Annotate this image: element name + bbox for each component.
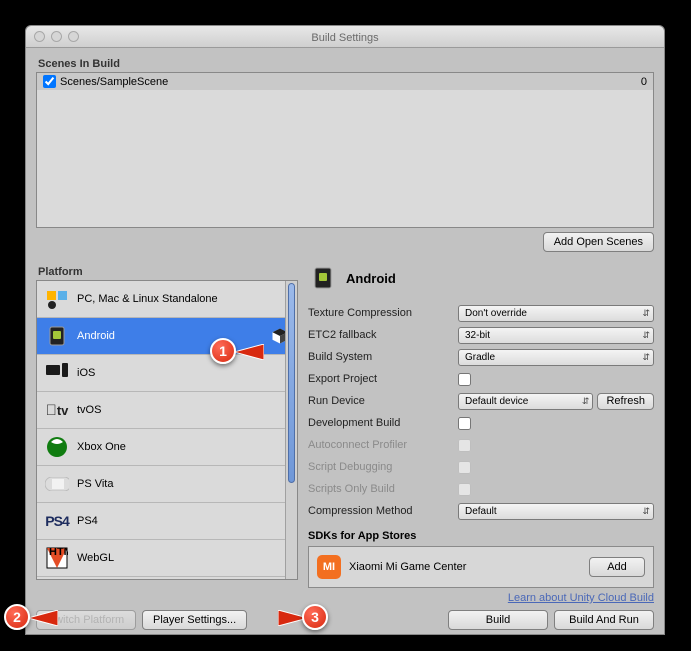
autoconnect-checkbox — [458, 439, 471, 452]
dev-build-checkbox[interactable] — [458, 417, 471, 430]
platform-item-label: PC, Mac & Linux Standalone — [77, 293, 218, 305]
platform-label: Platform — [38, 266, 298, 278]
scene-name: Scenes/SampleScene — [60, 76, 168, 88]
sdk-box: MI Xiaomi Mi Game Center Add — [308, 546, 654, 588]
callout-2: 2 — [4, 604, 30, 630]
build-and-run-button[interactable]: Build And Run — [554, 610, 654, 630]
scenes-list[interactable]: Scenes/SampleScene 0 — [36, 72, 654, 228]
platform-item-label: WebGL — [77, 552, 114, 564]
platform-item-label: PS Vita — [77, 478, 114, 490]
callout-1: 1 — [210, 338, 236, 364]
build-system-label: Build System — [308, 351, 458, 363]
ps4-icon: PS4 — [45, 509, 69, 533]
bottom-button-row: Switch Platform Player Settings... Build… — [36, 610, 654, 630]
psvita-icon — [45, 472, 69, 496]
build-settings-window: Build Settings Scenes In Build Scenes/Sa… — [25, 25, 665, 635]
platform-item-webgl[interactable]: HTML WebGL — [37, 540, 297, 577]
scenes-label: Scenes In Build — [38, 58, 654, 70]
sdk-add-button[interactable]: Add — [589, 557, 645, 577]
settings-header-label: Android — [346, 271, 396, 286]
xbox-icon — [45, 435, 69, 459]
platform-item-tvos[interactable]: tv tvOS — [37, 392, 297, 429]
xiaomi-icon: MI — [317, 555, 341, 579]
settings-panel: Android Texture Compression Don't overri… — [308, 262, 654, 604]
script-debug-checkbox — [458, 461, 471, 474]
autoconnect-label: Autoconnect Profiler — [308, 439, 458, 451]
sdk-item-label: Xiaomi Mi Game Center — [349, 561, 466, 573]
android-icon — [45, 324, 69, 348]
close-icon[interactable] — [34, 31, 45, 42]
build-system-select[interactable]: Gradle — [458, 349, 654, 366]
scene-index: 0 — [641, 76, 647, 88]
platform-item-label: PS4 — [77, 515, 98, 527]
standalone-icon — [45, 287, 69, 311]
scripts-only-label: Scripts Only Build — [308, 483, 458, 495]
scene-checkbox[interactable] — [43, 75, 56, 88]
platform-list[interactable]: PC, Mac & Linux Standalone Android — [36, 280, 298, 580]
platform-item-psvita[interactable]: PS Vita — [37, 466, 297, 503]
callout-3: 3 — [302, 604, 328, 630]
platform-item-ps4[interactable]: PS4 PS4 — [37, 503, 297, 540]
compression-select[interactable]: Default — [458, 503, 654, 520]
run-device-select[interactable]: Default device — [458, 393, 593, 410]
platform-item-label: iOS — [77, 367, 95, 379]
export-project-label: Export Project — [308, 373, 458, 385]
tvos-icon: tv — [45, 398, 69, 422]
run-device-label: Run Device — [308, 395, 458, 407]
android-icon — [312, 266, 336, 290]
platform-item-ios[interactable]: iOS — [37, 355, 297, 392]
platform-item-label: tvOS — [77, 404, 101, 416]
platform-item-label: Android — [77, 330, 115, 342]
svg-text:HTML: HTML — [49, 547, 68, 558]
platform-item-standalone[interactable]: PC, Mac & Linux Standalone — [37, 281, 297, 318]
sdk-title: SDKs for App Stores — [308, 530, 654, 542]
player-settings-button[interactable]: Player Settings... — [142, 610, 247, 630]
add-open-scenes-button[interactable]: Add Open Scenes — [543, 232, 654, 252]
platform-scrollbar[interactable] — [285, 281, 297, 579]
scene-row[interactable]: Scenes/SampleScene 0 — [37, 73, 653, 90]
platform-item-label: Xbox One — [77, 441, 126, 453]
texture-compression-select[interactable]: Don't override — [458, 305, 654, 322]
cloud-build-link[interactable]: Learn about Unity Cloud Build — [308, 592, 654, 604]
etc2-fallback-label: ETC2 fallback — [308, 329, 458, 341]
dev-build-label: Development Build — [308, 417, 458, 429]
scripts-only-checkbox — [458, 483, 471, 496]
texture-compression-label: Texture Compression — [308, 307, 458, 319]
platform-item-xboxone[interactable]: Xbox One — [37, 429, 297, 466]
script-debug-label: Script Debugging — [308, 461, 458, 473]
etc2-fallback-select[interactable]: 32-bit — [458, 327, 654, 344]
ios-icon — [45, 361, 69, 385]
webgl-icon: HTML — [45, 546, 69, 570]
export-project-checkbox[interactable] — [458, 373, 471, 386]
refresh-button[interactable]: Refresh — [597, 393, 654, 410]
window-controls — [34, 31, 79, 42]
minimize-icon[interactable] — [51, 31, 62, 42]
zoom-icon[interactable] — [68, 31, 79, 42]
window-title: Build Settings — [311, 32, 378, 44]
compression-label: Compression Method — [308, 505, 458, 517]
titlebar[interactable]: Build Settings — [26, 26, 664, 48]
build-button[interactable]: Build — [448, 610, 548, 630]
